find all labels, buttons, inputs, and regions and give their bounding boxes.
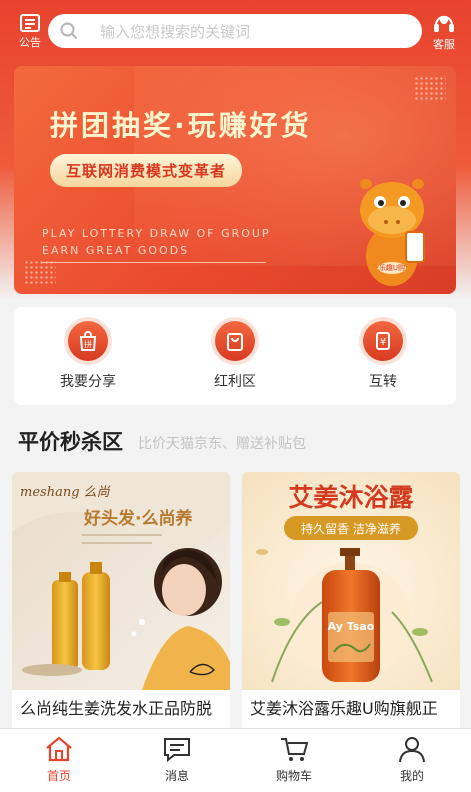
section-subtitle: 比价天猫京东、赠送补贴包 — [138, 436, 306, 452]
share-icon-glyph: 拼 — [84, 339, 92, 349]
cart-icon — [281, 738, 309, 761]
promo-banner[interactable]: 拼团抽奖·玩赚好货 互联网消费模式变革者 PLAY LOTTERY DRAW O… — [14, 66, 456, 294]
section-title: 平价秒杀区 — [18, 430, 123, 454]
banner-divider — [42, 262, 266, 263]
bag-icon — [215, 321, 255, 361]
tab-label: 我的 — [399, 769, 424, 783]
transfer-icon-glyph: ¥ — [380, 337, 386, 348]
mascot-tag: 乐趣U购 — [379, 263, 405, 272]
banner-slogan-pill: 互联网消费模式变革者 — [50, 154, 243, 187]
product-headline: 艾姜沐浴露 — [288, 483, 414, 512]
category-label: 我要分享 — [60, 374, 116, 390]
tab-home[interactable]: 首页 — [19, 735, 99, 784]
notice-icon — [20, 14, 40, 32]
notice-label: 公告 — [19, 36, 41, 49]
product-brand: meshang 么尚 — [20, 485, 111, 500]
message-icon — [164, 738, 190, 763]
hippo-mascot-icon: 乐趣U购 — [360, 179, 425, 286]
category-bonus[interactable]: 红利区 — [180, 321, 290, 391]
banner-dots — [414, 76, 446, 100]
product-tagline: 持久留香 洁净滋养 — [301, 521, 401, 536]
tab-label: 首页 — [46, 769, 71, 783]
share-bag-icon: 拼 — [68, 321, 108, 361]
product-card[interactable]: meshang 么尚 好头发·么尚养 么尚纯生姜洗发水正品防脱 — [12, 472, 230, 742]
banner-english-line: EARN GREAT GOODS — [42, 244, 190, 257]
tab-messages[interactable]: 消息 — [137, 735, 217, 784]
search-input[interactable] — [98, 14, 402, 50]
product-image: 艾姜沐浴露 持久留香 洁净滋养 Ay Tsao — [242, 472, 460, 690]
tab-label: 消息 — [164, 769, 189, 783]
bottom-tab-bar: 首页 消息 购物车 我的 — [0, 728, 471, 792]
transfer-icon: ¥ — [363, 321, 403, 361]
banner-dots — [24, 260, 56, 284]
banner-title: 拼团抽奖·玩赚好货 — [50, 109, 312, 142]
category-transfer[interactable]: ¥ 互转 — [328, 321, 438, 391]
customer-service-label: 客服 — [433, 38, 455, 51]
product-card[interactable]: 艾姜沐浴露 持久留香 洁净滋养 Ay Tsao 艾姜沐浴露乐趣U购旗舰正 — [242, 472, 460, 742]
product-image: meshang 么尚 好头发·么尚养 — [12, 472, 230, 690]
category-label: 红利区 — [214, 374, 256, 390]
product-slogan: 好头发·么尚养 — [83, 508, 193, 529]
notice-button[interactable]: 公告 — [10, 14, 50, 58]
category-label: 互转 — [369, 374, 397, 390]
home-icon — [46, 736, 72, 762]
banner-english-line: PLAY LOTTERY DRAW OF GROUP — [42, 227, 271, 240]
search-icon — [60, 22, 78, 40]
tab-profile[interactable]: 我的 — [372, 735, 452, 784]
search-bar[interactable] — [48, 14, 422, 50]
customer-service-button[interactable]: 客服 — [427, 14, 461, 58]
headset-icon — [434, 15, 454, 32]
profile-icon — [399, 737, 425, 763]
category-share[interactable]: 拼 我要分享 — [33, 321, 143, 391]
bottle-label: Ay Tsao — [328, 620, 375, 633]
category-panel: 拼 我要分享 红利区 ¥ 互转 — [14, 307, 456, 405]
tab-cart[interactable]: 购物车 — [254, 735, 334, 784]
top-header: 公告 客服 — [0, 0, 471, 62]
tab-label: 购物车 — [275, 769, 312, 783]
